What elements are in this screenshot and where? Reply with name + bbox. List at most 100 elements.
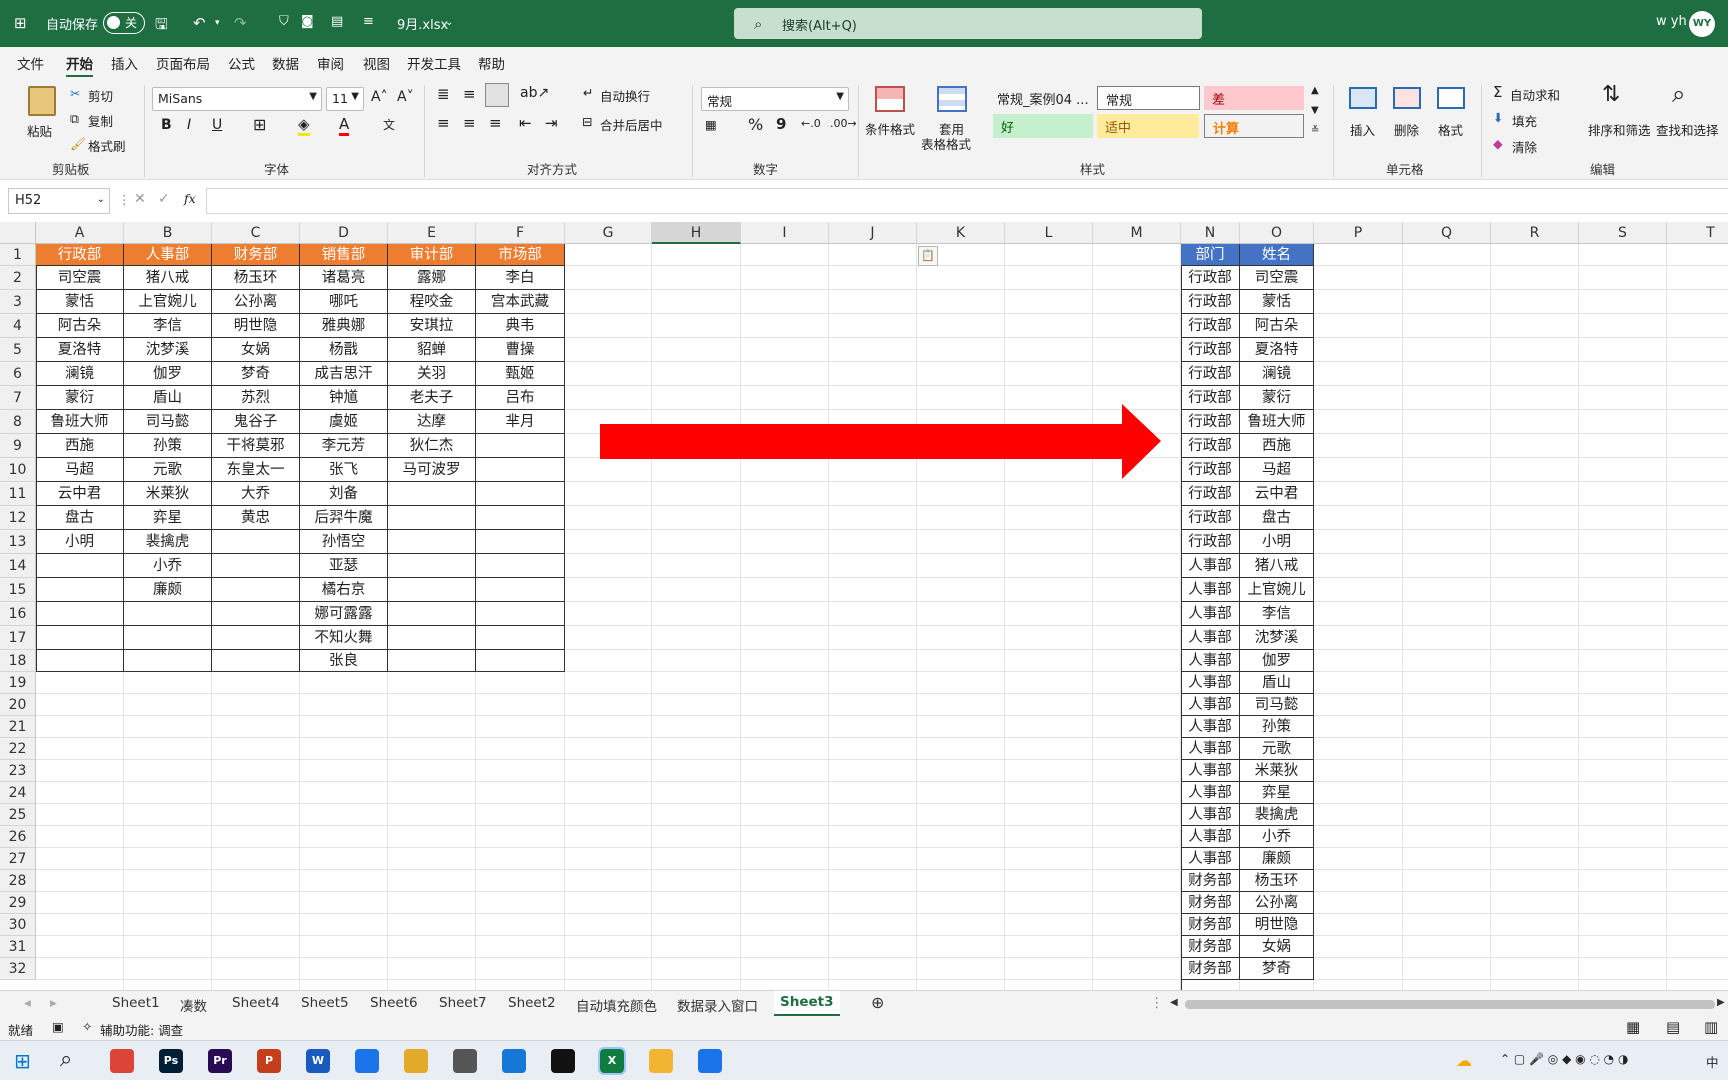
row-header[interactable]: 29 — [0, 892, 36, 914]
sheet-tab-sheet4[interactable]: Sheet4 — [232, 995, 280, 1011]
table-cell[interactable]: 鲁班大师 — [36, 410, 124, 434]
row-header[interactable]: 32 — [0, 958, 36, 980]
list-cell[interactable]: 人事部 — [1181, 578, 1240, 602]
row-header[interactable]: 15 — [0, 578, 36, 602]
table-cell[interactable]: 上官婉儿 — [124, 290, 212, 314]
tab-formulas[interactable]: 公式 — [228, 53, 255, 73]
camera-icon[interactable]: ◙ — [301, 14, 314, 29]
list-cell[interactable]: 行政部 — [1181, 338, 1240, 362]
table-cell[interactable]: 宫本武藏 — [476, 290, 565, 314]
table-cell[interactable] — [36, 626, 124, 650]
list-cell[interactable]: 阿古朵 — [1240, 314, 1314, 338]
row-header[interactable]: 24 — [0, 782, 36, 804]
taskbar-app-word-icon[interactable]: W — [306, 1049, 330, 1073]
input-method-indicator[interactable]: 中 — [1706, 1052, 1719, 1071]
tab-developer[interactable]: 开发工具 — [407, 53, 461, 73]
column-header[interactable]: H — [652, 222, 741, 244]
row-header[interactable]: 17 — [0, 626, 36, 650]
list-cell[interactable]: 澜镜 — [1240, 362, 1314, 386]
tab-data[interactable]: 数据 — [272, 53, 299, 73]
taskbar-search-icon[interactable]: ⌕ — [60, 1047, 72, 1072]
list-cell[interactable]: 云中君 — [1240, 482, 1314, 506]
table-cell[interactable]: 孙策 — [124, 434, 212, 458]
format-painter-button[interactable]: 格式刷 — [88, 136, 126, 155]
decrease-decimal-icon[interactable]: .00→ — [830, 117, 857, 130]
table-cell[interactable]: 杨玉环 — [212, 266, 300, 290]
font-size-select[interactable]: 11 ▼ — [326, 87, 364, 111]
row-header[interactable]: 4 — [0, 314, 36, 338]
align-middle-icon[interactable]: ≡ — [463, 85, 476, 103]
column-header[interactable]: F — [476, 222, 565, 244]
list-cell[interactable]: 裴擒虎 — [1240, 804, 1314, 826]
table-cell[interactable] — [212, 650, 300, 672]
list-cell[interactable]: 人事部 — [1181, 716, 1240, 738]
table-cell[interactable]: 女娲 — [212, 338, 300, 362]
column-header[interactable]: A — [36, 222, 124, 244]
borders-icon[interactable]: ⊞ — [253, 115, 266, 134]
list-cell[interactable]: 行政部 — [1181, 458, 1240, 482]
table-cell[interactable]: 不知火舞 — [300, 626, 388, 650]
list-cell[interactable]: 人事部 — [1181, 602, 1240, 626]
column-header[interactable]: O — [1240, 222, 1314, 244]
taskbar-app-qq-browser-icon[interactable] — [355, 1049, 379, 1073]
number-format-select[interactable]: 常规 ▼ — [701, 87, 849, 111]
list-cell[interactable]: 司马懿 — [1240, 694, 1314, 716]
table-cell[interactable]: 吕布 — [476, 386, 565, 410]
table-cell[interactable]: 貂蝉 — [388, 338, 476, 362]
list-cell[interactable]: 沈梦溪 — [1240, 626, 1314, 650]
list-cell[interactable]: 行政部 — [1181, 530, 1240, 554]
table-cell[interactable] — [36, 602, 124, 626]
increase-decimal-icon[interactable]: ←.0 — [801, 117, 821, 130]
page-break-view-icon[interactable]: ▥ — [1704, 1018, 1718, 1036]
row-header[interactable]: 28 — [0, 870, 36, 892]
table-cell[interactable] — [476, 554, 565, 578]
excel-logo-icon[interactable]: ⊞ — [14, 14, 27, 32]
find-icon[interactable]: ⌕ — [1672, 80, 1685, 108]
cancel-icon[interactable]: ✕ — [134, 191, 146, 207]
row-header[interactable]: 6 — [0, 362, 36, 386]
worksheet-grid[interactable]: ABCDEFGHIJKLMNOPQRST 1 2 3 4 5 6 7 8 9 10 11 12 13 14… — [0, 222, 1728, 990]
row-header[interactable]: 13 — [0, 530, 36, 554]
increase-font-icon[interactable]: A˄ — [371, 89, 388, 105]
table-cell[interactable]: 夏洛特 — [36, 338, 124, 362]
list-cell[interactable]: 人事部 — [1181, 650, 1240, 672]
table-cell[interactable] — [476, 506, 565, 530]
sheet-tab-filler[interactable]: 凑数 — [180, 995, 207, 1015]
table-cell[interactable]: 雅典娜 — [300, 314, 388, 338]
table-header-cell[interactable]: 市场部 — [476, 244, 565, 266]
list-cell[interactable]: 元歌 — [1240, 738, 1314, 760]
styles-more-icon[interactable]: ≚ — [1311, 125, 1319, 136]
column-header[interactable]: Q — [1403, 222, 1491, 244]
table-cell[interactable]: 老夫子 — [388, 386, 476, 410]
eraser-icon[interactable]: ◆ — [1493, 136, 1503, 151]
redo-icon[interactable]: ↷ — [234, 14, 247, 32]
taskbar-app-qq-icon[interactable] — [698, 1049, 722, 1073]
table-cell[interactable]: 马超 — [36, 458, 124, 482]
row-header[interactable]: 19 — [0, 672, 36, 694]
clear-button[interactable]: 清除 — [1512, 137, 1537, 156]
table-cell[interactable]: 甄姬 — [476, 362, 565, 386]
paste-options-icon[interactable]: 📋 — [918, 246, 938, 266]
column-header[interactable]: E — [388, 222, 476, 244]
name-box[interactable]: H52 ⌄ — [8, 188, 110, 214]
customize-toolbar-icon[interactable]: ≡ — [363, 14, 374, 29]
table-cell[interactable]: 露娜 — [388, 266, 476, 290]
table-cell[interactable]: 盘古 — [36, 506, 124, 530]
percent-button[interactable]: % — [748, 115, 763, 134]
list-cell[interactable]: 行政部 — [1181, 314, 1240, 338]
tray-icons[interactable]: ⌃ ▢ 🎤 ◎ ◆ ◉ ◌ ◔ ◑ — [1500, 1052, 1628, 1066]
conditional-format-button[interactable]: 条件格式 — [865, 119, 915, 138]
table-cell[interactable]: 司马懿 — [124, 410, 212, 434]
tab-help[interactable]: 帮助 — [478, 53, 505, 73]
taskbar-app-photoshop-icon[interactable]: Ps — [159, 1049, 183, 1073]
list-cell[interactable]: 米莱狄 — [1240, 760, 1314, 782]
table-cell[interactable]: 西施 — [36, 434, 124, 458]
list-cell[interactable]: 财务部 — [1181, 870, 1240, 892]
sheet-tab-sheet2[interactable]: Sheet2 — [508, 995, 556, 1011]
fill-icon[interactable]: ⬇ — [1493, 110, 1503, 125]
column-header[interactable]: N — [1181, 222, 1240, 244]
windows-start-icon[interactable]: ⊞ — [14, 1049, 31, 1073]
autosum-button[interactable]: 自动求和 — [1510, 85, 1560, 104]
table-cell[interactable]: 狄仁杰 — [388, 434, 476, 458]
taskbar-app-capcut-icon[interactable] — [551, 1049, 575, 1073]
